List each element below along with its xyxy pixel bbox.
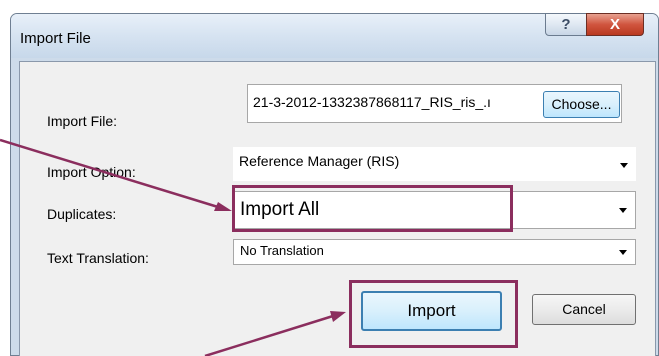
import-option-select[interactable]: Reference Manager (RIS) [233, 147, 636, 181]
text-translation-select[interactable]: No Translation [233, 239, 636, 265]
import-highlight-box [349, 280, 518, 348]
help-button[interactable]: ? [545, 13, 587, 36]
import-option-value: Reference Manager (RIS) [239, 153, 400, 169]
text-translation-value: No Translation [240, 243, 324, 258]
import-option-label: Import Option: [47, 164, 136, 180]
close-icon: X [609, 16, 620, 33]
help-icon: ? [561, 16, 571, 33]
close-button[interactable]: X [586, 13, 644, 36]
duplicates-label: Duplicates: [47, 206, 117, 222]
duplicates-highlight-box [232, 185, 513, 232]
cancel-button[interactable]: Cancel [532, 294, 636, 325]
window-title: Import File [20, 30, 91, 47]
import-file-path[interactable]: 21-3-2012-1332387868117_RIS_ris_.ı [253, 94, 533, 110]
import-file-label: Import File: [47, 113, 118, 129]
choose-button[interactable]: Choose... [543, 91, 620, 118]
dropdown-arrow-icon [620, 163, 628, 168]
text-translation-label: Text Translation: [47, 250, 149, 266]
dropdown-arrow-icon [619, 208, 627, 213]
dropdown-arrow-icon [619, 250, 627, 255]
